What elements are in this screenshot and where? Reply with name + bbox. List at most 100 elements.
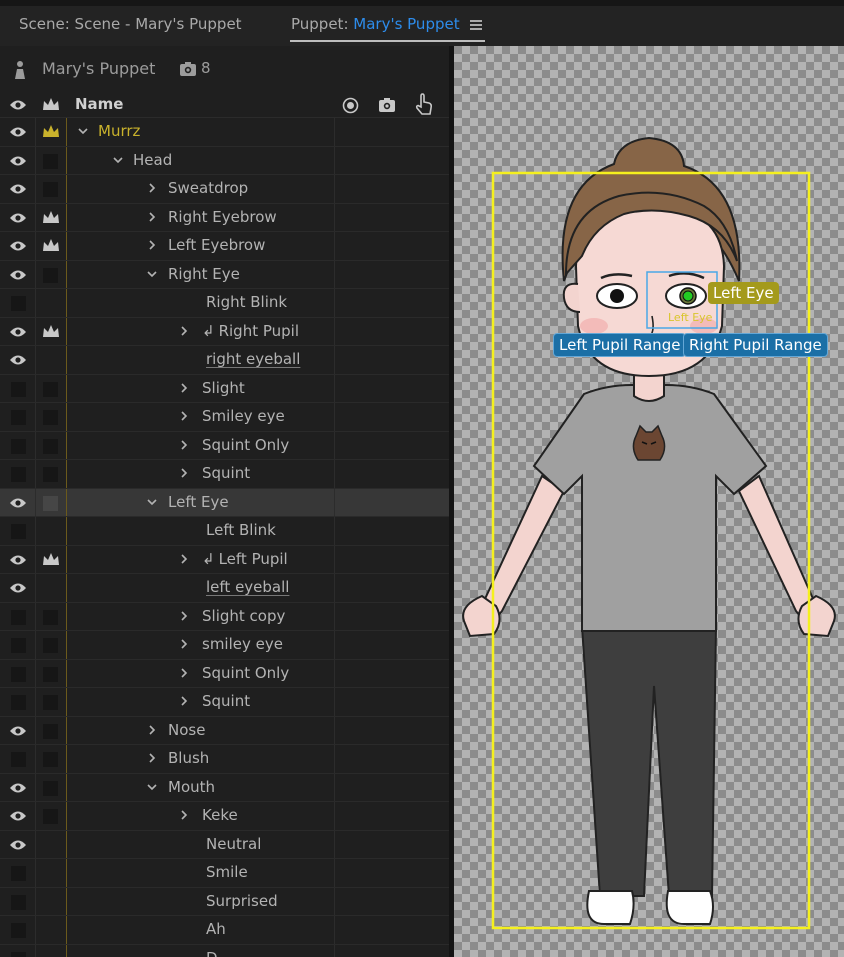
visibility-eye-icon[interactable] xyxy=(9,354,27,366)
crown-toggle-box[interactable] xyxy=(43,666,58,682)
visibility-cell[interactable] xyxy=(0,317,36,345)
crown-icon[interactable] xyxy=(42,324,60,339)
layer-row[interactable]: Right Eyebrow xyxy=(0,203,449,232)
crown-toggle-box[interactable] xyxy=(43,780,58,796)
crown-toggle-box[interactable] xyxy=(43,267,58,283)
chevron-right-icon[interactable] xyxy=(147,753,157,763)
crown-toggle-box[interactable] xyxy=(43,410,58,425)
crown-toggle-box[interactable] xyxy=(43,467,58,482)
visibility-cell[interactable] xyxy=(0,745,36,773)
crown-cell[interactable] xyxy=(36,147,67,175)
visibility-toggle-box[interactable] xyxy=(11,666,26,682)
panel-menu-icon[interactable] xyxy=(470,20,482,30)
layer-row[interactable]: Left Eye xyxy=(0,488,449,517)
chevron-right-icon[interactable] xyxy=(147,240,157,250)
chevron-right-icon[interactable] xyxy=(179,696,189,706)
visibility-toggle-box[interactable] xyxy=(11,894,26,910)
crown-cell[interactable] xyxy=(36,432,67,460)
crown-icon[interactable] xyxy=(42,238,60,253)
crown-cell[interactable] xyxy=(36,888,67,916)
visibility-eye-icon[interactable] xyxy=(9,497,27,509)
chevron-right-icon[interactable] xyxy=(179,382,189,393)
crown-toggle-box[interactable] xyxy=(43,638,58,653)
chevron-right-icon[interactable] xyxy=(179,468,189,478)
layer-row[interactable]: Surprised xyxy=(0,887,449,916)
camera-column-icon[interactable] xyxy=(378,97,396,113)
layer-row[interactable]: Nose xyxy=(0,716,449,745)
visibility-cell[interactable] xyxy=(0,574,36,602)
layer-row[interactable]: Right Blink xyxy=(0,289,449,318)
crown-cell[interactable] xyxy=(36,688,67,716)
visibility-cell[interactable] xyxy=(0,460,36,488)
left-eye-handle-tag[interactable]: Left Eye xyxy=(708,282,779,304)
visibility-eye-icon[interactable] xyxy=(9,725,27,737)
visibility-eye-icon[interactable] xyxy=(9,839,27,851)
visibility-eye-icon[interactable] xyxy=(9,155,27,167)
visibility-toggle-box[interactable] xyxy=(11,438,26,454)
layer-row[interactable]: Right Eye xyxy=(0,260,449,289)
layer-row[interactable]: Murrz xyxy=(0,118,449,147)
visibility-eye-icon[interactable] xyxy=(9,554,27,566)
crown-cell[interactable] xyxy=(36,460,67,488)
chevron-right-icon[interactable] xyxy=(179,439,189,450)
layer-row[interactable]: Slight copy xyxy=(0,602,449,631)
visibility-cell[interactable] xyxy=(0,659,36,687)
crown-column-icon[interactable] xyxy=(42,97,60,112)
layer-row[interactable]: right eyeball xyxy=(0,346,449,375)
crown-toggle-box[interactable] xyxy=(43,495,58,511)
visibility-cell[interactable] xyxy=(0,716,36,744)
layer-row[interactable]: Left Blink xyxy=(0,517,449,546)
visibility-toggle-box[interactable] xyxy=(11,410,26,425)
visibility-eye-icon[interactable] xyxy=(9,240,27,252)
visibility-toggle-box[interactable] xyxy=(11,467,26,482)
crown-cell[interactable] xyxy=(36,660,67,688)
layer-row[interactable]: Head xyxy=(0,146,449,175)
visibility-eye-icon[interactable] xyxy=(9,326,27,338)
visibility-cell[interactable] xyxy=(0,260,36,288)
visibility-toggle-box[interactable] xyxy=(11,609,26,625)
layer-row[interactable]: Blush xyxy=(0,745,449,774)
crown-cell[interactable] xyxy=(36,204,67,232)
name-column-header[interactable]: Name xyxy=(75,95,123,113)
visibility-column-eye-icon[interactable] xyxy=(9,99,27,111)
crown-cell[interactable] xyxy=(36,403,67,431)
visibility-toggle-box[interactable] xyxy=(11,524,26,539)
visibility-eye-icon[interactable] xyxy=(9,810,27,822)
crown-cell[interactable] xyxy=(36,774,67,802)
chevron-right-icon[interactable] xyxy=(147,724,157,735)
layer-row[interactable]: Squint xyxy=(0,460,449,489)
visibility-cell[interactable] xyxy=(0,232,36,260)
crown-cell[interactable] xyxy=(36,916,67,944)
crown-cell[interactable] xyxy=(36,717,67,745)
crown-toggle-box[interactable] xyxy=(43,381,58,397)
layer-row[interactable]: Squint Only xyxy=(0,659,449,688)
crown-cell[interactable] xyxy=(36,574,67,602)
crown-cell[interactable] xyxy=(36,375,67,403)
visibility-toggle-box[interactable] xyxy=(11,296,26,311)
layer-row[interactable]: left eyeball xyxy=(0,574,449,603)
layer-row[interactable]: Smile xyxy=(0,859,449,888)
layer-row[interactable]: Squint xyxy=(0,688,449,717)
visibility-cell[interactable] xyxy=(0,602,36,630)
chevron-right-icon[interactable] xyxy=(147,211,157,222)
visibility-toggle-box[interactable] xyxy=(11,866,26,881)
chevron-right-icon[interactable] xyxy=(147,183,157,193)
chevron-right-icon[interactable] xyxy=(179,810,189,820)
visibility-cell[interactable] xyxy=(0,887,36,915)
layer-row[interactable]: Slight xyxy=(0,374,449,403)
visibility-cell[interactable] xyxy=(0,346,36,374)
crown-cell[interactable] xyxy=(36,631,67,659)
layer-row[interactable]: Squint Only xyxy=(0,431,449,460)
visibility-cell[interactable] xyxy=(0,431,36,459)
chevron-right-icon[interactable] xyxy=(179,639,189,649)
visibility-cell[interactable] xyxy=(0,517,36,545)
touch-column-icon[interactable] xyxy=(414,93,434,115)
layer-row[interactable]: Mouth xyxy=(0,773,449,802)
scene-stage[interactable]: Left Eye Left Eye Left Pupil Range Right… xyxy=(454,46,844,957)
visibility-toggle-box[interactable] xyxy=(11,695,26,710)
crown-cell[interactable] xyxy=(36,517,67,545)
layer-row[interactable]: Smiley eye xyxy=(0,403,449,432)
layer-row[interactable]: Neutral xyxy=(0,830,449,859)
crown-icon[interactable] xyxy=(42,552,60,567)
visibility-cell[interactable] xyxy=(0,118,36,146)
